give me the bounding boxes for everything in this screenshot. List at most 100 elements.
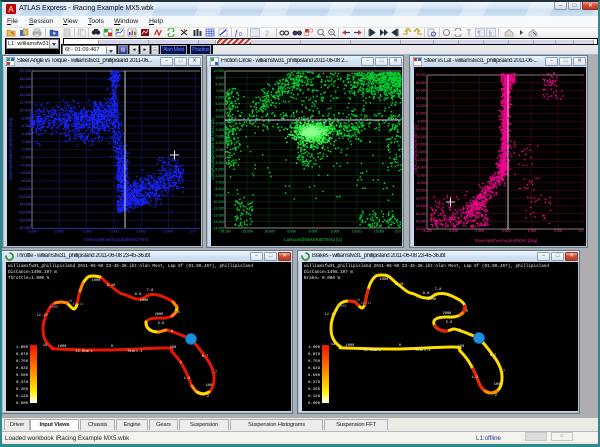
svg-text:Distance=1498.107 m: Distance=1498.107 m — [8, 270, 57, 275]
svg-text:9.000: 9.000 — [216, 76, 225, 80]
svg-text:0.000: 0.000 — [109, 230, 119, 234]
svg-text:10: 10 — [68, 300, 72, 304]
svg-text:1-2: 1-2 — [472, 376, 478, 380]
svg-text:16.000: 16.000 — [19, 85, 31, 89]
svg-text:-16.000: -16.000 — [18, 211, 31, 215]
svg-text:1-2: 1-2 — [184, 377, 190, 381]
svg-text:20.000: 20.000 — [416, 73, 426, 77]
svg-text:1000: 1000 — [338, 305, 347, 309]
svg-text:¶: ¶ — [478, 31, 481, 37]
svg-text:williamsfw31_phillipisland 201: williamsfw31_phillipisland 2011-06-08 23… — [304, 264, 549, 269]
svg-text:A: A — [8, 5, 14, 14]
svg-text:5: 5 — [466, 310, 468, 314]
svg-text:100: 100 — [494, 383, 500, 387]
svg-text:0.000: 0.000 — [309, 230, 318, 234]
svg-text:4.000: 4.000 — [216, 109, 225, 113]
svg-text:Throttle=1.000 %: Throttle=1.000 % — [8, 276, 50, 281]
svg-text:-4.000: -4.000 — [20, 163, 31, 167]
svg-text:§: § — [489, 31, 492, 37]
svg-text:-7.000: -7.000 — [214, 181, 224, 185]
svg-text:-6.000: -6.000 — [214, 174, 224, 178]
svg-text:-8.000: -8.000 — [214, 187, 224, 191]
svg-text:T: T — [467, 29, 472, 38]
svg-text:4.000: 4.000 — [21, 132, 31, 136]
svg-text:1.000: 1.000 — [528, 229, 537, 233]
svg-text:-18.000: -18.000 — [415, 220, 427, 224]
svg-text:8.000: 8.000 — [216, 82, 225, 86]
svg-text:0.879: 0.879 — [308, 353, 321, 357]
svg-text:6: 6 — [171, 330, 173, 334]
svg-text:-5.000: -5.000 — [286, 230, 296, 234]
svg-text:-10.000: -10.000 — [263, 230, 275, 234]
svg-text:7: 7 — [503, 370, 505, 374]
svg-text:3.0: 3.0 — [579, 229, 584, 233]
svg-text:1000: 1000 — [140, 299, 149, 303]
svg-text:3.000: 3.000 — [216, 115, 225, 119]
svg-text:1.000: 1.000 — [136, 230, 146, 234]
svg-text:12-13: 12-13 — [37, 314, 48, 318]
svg-text:SteeringWheelTorque@50Hz [Nm]: SteeringWheelTorque@50Hz [Nm] — [84, 237, 148, 242]
svg-text:8-9: 8-9 — [135, 293, 141, 297]
svg-text:SteeringWheelAngle@50Hz [deg]: SteeringWheelAngle@50Hz [deg] — [475, 238, 538, 243]
svg-text:Start-1: Start-1 — [415, 348, 430, 353]
svg-text:1.000: 1.000 — [216, 128, 225, 132]
svg-text:4.000: 4.000 — [418, 135, 427, 139]
svg-text:10.000: 10.000 — [214, 69, 224, 73]
svg-text:14.000: 14.000 — [19, 93, 31, 97]
svg-text:5: 5 — [178, 311, 180, 315]
svg-text:2.000: 2.000 — [216, 122, 225, 126]
svg-text:12-13: 12-13 — [325, 313, 336, 317]
svg-text:-3.000: -3.000 — [422, 229, 432, 233]
svg-text:2000: 2000 — [443, 312, 452, 316]
svg-text:-4.000: -4.000 — [214, 161, 224, 165]
svg-text:1000: 1000 — [92, 279, 101, 283]
svg-text:8.000: 8.000 — [21, 116, 31, 120]
svg-text:0.879: 0.879 — [16, 353, 29, 357]
svg-text:20.000: 20.000 — [19, 69, 31, 73]
svg-text:13-Start: 13-Start — [363, 348, 380, 353]
svg-text:9-10: 9-10 — [395, 283, 404, 287]
svg-text:1000: 1000 — [58, 345, 67, 349]
svg-text:10.000: 10.000 — [19, 109, 31, 113]
svg-text:-1.000: -1.000 — [474, 229, 484, 233]
svg-text:100: 100 — [206, 384, 212, 388]
svg-text:0.250: 0.250 — [308, 388, 321, 392]
svg-text:0.000: 0.000 — [16, 402, 29, 406]
svg-text:16.000: 16.000 — [416, 89, 426, 93]
svg-text:williamsfw31_phillipisland 201: williamsfw31_phillipisland 2011-06-08 23… — [8, 264, 253, 269]
svg-text:LongAccel@50Hz/9.807m/s2 [G]: LongAccel@50Hz/9.807m/s2 [G] — [211, 118, 215, 179]
svg-text:-8.000: -8.000 — [416, 181, 426, 185]
svg-text:0.379: 0.379 — [16, 381, 29, 385]
svg-text:1: 1 — [180, 361, 182, 365]
svg-text:0.629: 0.629 — [308, 367, 321, 371]
svg-text:-1.000: -1.000 — [214, 141, 224, 145]
svg-text:10.001: 10.001 — [352, 230, 362, 234]
svg-text:10.000: 10.000 — [416, 112, 426, 116]
svg-text:0.000: 0.000 — [216, 135, 225, 139]
svg-text:-2.000: -2.000 — [448, 229, 458, 233]
svg-text:12.000: 12.000 — [416, 104, 426, 108]
svg-text:7-8: 7-8 — [147, 289, 153, 293]
svg-text:-14.000: -14.000 — [415, 204, 427, 208]
svg-text:-5.000: -5.000 — [214, 167, 224, 171]
svg-text:-10.000: -10.000 — [213, 200, 225, 204]
svg-text:0.500: 0.500 — [308, 374, 321, 378]
svg-text:-3.000: -3.000 — [214, 154, 224, 158]
svg-text:10: 10 — [356, 299, 360, 303]
svg-text:10-11: 10-11 — [361, 302, 372, 306]
svg-text:-10.000: -10.000 — [415, 189, 427, 193]
svg-text:SteeringWheelAngle@50Hz [deg]: SteeringWheelAngle@50Hz [deg] — [8, 118, 13, 181]
svg-text:12.000: 12.000 — [19, 101, 31, 105]
svg-text:-14.000: -14.000 — [18, 203, 31, 207]
svg-text:5.000: 5.000 — [216, 102, 225, 106]
svg-text:13: 13 — [43, 344, 47, 348]
svg-text:-16.000: -16.000 — [415, 212, 427, 216]
svg-text:0.000: 0.000 — [21, 148, 31, 152]
svg-text:6.000: 6.000 — [216, 95, 225, 99]
svg-text:1000: 1000 — [380, 278, 389, 282]
svg-text:0.500: 0.500 — [16, 374, 29, 378]
svg-text:-20.100: -20.100 — [219, 230, 231, 234]
svg-text:2: 2 — [265, 29, 269, 38]
svg-text:18.000: 18.000 — [416, 81, 426, 85]
svg-text:LatAccel@50Hz/9.807 [G]: LatAccel@50Hz/9.807 [G] — [414, 125, 418, 173]
